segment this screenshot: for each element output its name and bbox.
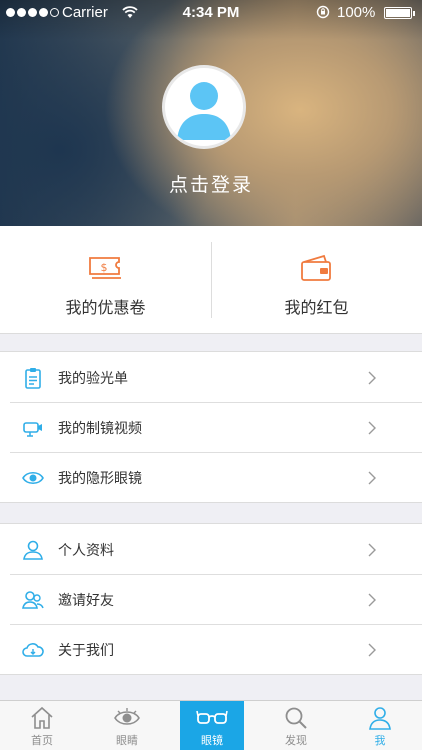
- list-item-label: 我的制镜视频: [58, 421, 142, 437]
- tab-label: 发现: [285, 734, 307, 747]
- list-item-label: 关于我们: [58, 643, 114, 659]
- glasses-icon: [196, 710, 228, 724]
- chevron-right-icon: [368, 643, 376, 657]
- status-bar: Carrier 4:34 PM 100%: [0, 0, 422, 24]
- list-item-invite-friends[interactable]: 邀请好友: [0, 574, 422, 624]
- list-item-label: 我的验光单: [58, 371, 128, 387]
- clipboard-icon: [25, 368, 41, 389]
- battery-icon: [384, 7, 415, 19]
- list-item-contact-lenses[interactable]: 我的隐形眼镜: [0, 452, 422, 502]
- chevron-right-icon: [368, 421, 376, 435]
- profile-header: Carrier 4:34 PM 100% 点击登录: [0, 0, 422, 226]
- orders-menu-group: 我的验光单 我的制镜视频 我的隐形眼镜: [0, 351, 422, 503]
- list-item-label: 邀请好友: [58, 593, 114, 609]
- eye-icon: [114, 708, 140, 725]
- list-item-prescription[interactable]: 我的验光单: [0, 352, 422, 402]
- eye-icon: [22, 471, 44, 485]
- my-coupons-label: 我的优惠卷: [65, 298, 146, 317]
- tab-discover[interactable]: 发现: [254, 701, 338, 750]
- tab-glasses[interactable]: 眼镜: [180, 701, 244, 750]
- tab-label: 眼睛: [116, 734, 138, 747]
- list-item-about-us[interactable]: 关于我们: [0, 624, 422, 674]
- person-icon: [23, 540, 43, 560]
- cloud-icon: [22, 643, 44, 657]
- tab-eyes[interactable]: 眼睛: [85, 701, 169, 750]
- tab-label: 眼镜: [201, 734, 223, 747]
- orientation-lock-icon: [316, 5, 330, 19]
- my-red-packet-label: 我的红包: [284, 298, 349, 317]
- invite-friends-icon: [22, 591, 44, 609]
- wallet-icon: [301, 254, 331, 281]
- my-red-packet-button[interactable]: 我的红包: [211, 226, 422, 334]
- home-icon: [31, 706, 53, 729]
- chevron-right-icon: [368, 371, 376, 385]
- tab-bar: 首页 眼睛 眼镜 发现 我: [0, 700, 422, 750]
- login-link[interactable]: 点击登录: [0, 170, 422, 197]
- tab-label: 首页: [31, 734, 53, 747]
- tab-me[interactable]: 我: [338, 701, 422, 750]
- list-item-label: 我的隐形眼镜: [58, 471, 142, 487]
- tab-label: 我: [374, 734, 386, 747]
- coupon-icon: $: [89, 257, 121, 279]
- list-item-profile[interactable]: 个人资料: [0, 524, 422, 574]
- list-item-video[interactable]: 我的制镜视频: [0, 402, 422, 452]
- list-item-label: 个人资料: [58, 543, 114, 559]
- chevron-right-icon: [368, 593, 376, 607]
- wallet-row: $ 我的优惠卷 我的红包: [0, 226, 422, 334]
- chevron-right-icon: [368, 471, 376, 485]
- avatar[interactable]: [162, 65, 246, 149]
- default-avatar-icon: [177, 82, 231, 140]
- battery-percentage: 100%: [337, 4, 376, 21]
- svg-text:$: $: [101, 261, 108, 274]
- my-coupons-button[interactable]: $ 我的优惠卷: [0, 226, 211, 334]
- tab-home[interactable]: 首页: [0, 701, 84, 750]
- chevron-right-icon: [368, 543, 376, 557]
- account-menu-group: 个人资料 邀请好友 关于我们: [0, 523, 422, 675]
- person-icon: [369, 707, 391, 730]
- video-camera-icon: [23, 422, 42, 437]
- search-icon: [285, 707, 307, 729]
